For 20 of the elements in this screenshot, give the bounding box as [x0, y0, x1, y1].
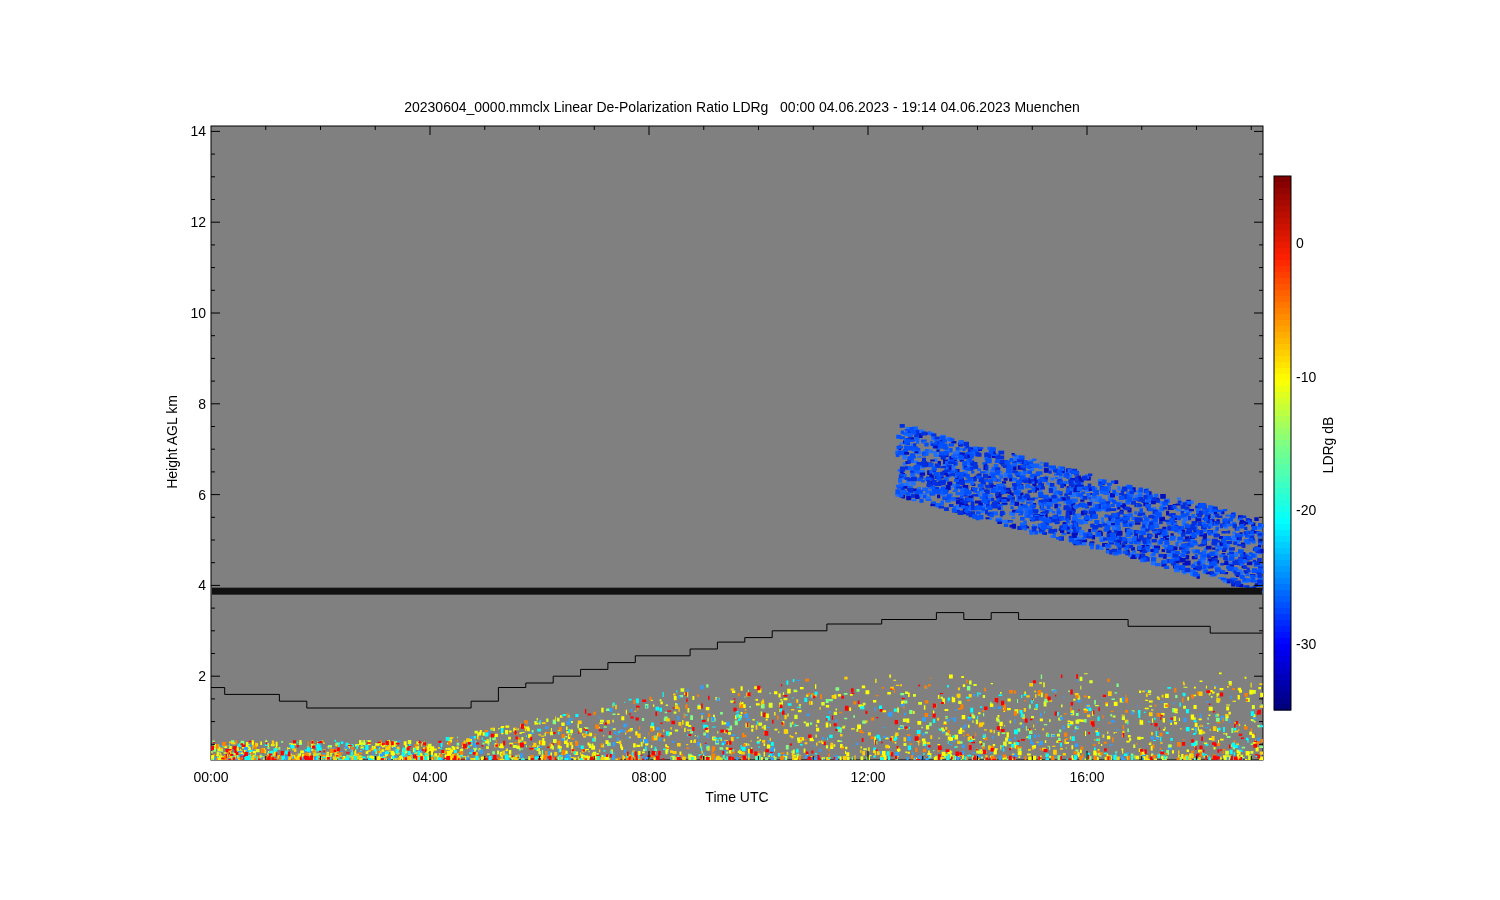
chart-title: 20230604_0000.mmclx Linear De-Polarization Ratio LDRg 00:00 04.06.2023 - 19:14 04.06.2023 Muenchen: [404, 99, 1080, 115]
axis-tick-label: 12:00: [850, 769, 886, 785]
colorbar-tick-label: -20: [1296, 502, 1317, 518]
colorbar-tick-label: -10: [1296, 368, 1317, 385]
axis-title: Height AGL km: [164, 395, 180, 489]
axis-tick-label: 08:00: [631, 769, 667, 785]
axis-tick-label: 6: [198, 486, 206, 503]
colorbar-title: LDRg dB: [1320, 416, 1336, 474]
axis-tick-label: 2: [198, 668, 206, 685]
colorbar-tick-label: -30: [1296, 635, 1317, 652]
axis-tick-label: 4: [198, 577, 206, 594]
axis-tick-label: 04:00: [412, 769, 448, 785]
axis-tick-label: 00:00: [193, 769, 229, 785]
axis-tick-label: 12: [190, 214, 206, 231]
axis-tick-label: 8: [198, 395, 206, 412]
axis-tick-label: 10: [190, 305, 206, 321]
axis-title: Time UTC: [705, 789, 769, 805]
colorbar-tick-label: 0: [1296, 235, 1304, 251]
axis-tick-label: 14: [190, 123, 206, 140]
axis-tick-label: 16:00: [1069, 769, 1105, 785]
